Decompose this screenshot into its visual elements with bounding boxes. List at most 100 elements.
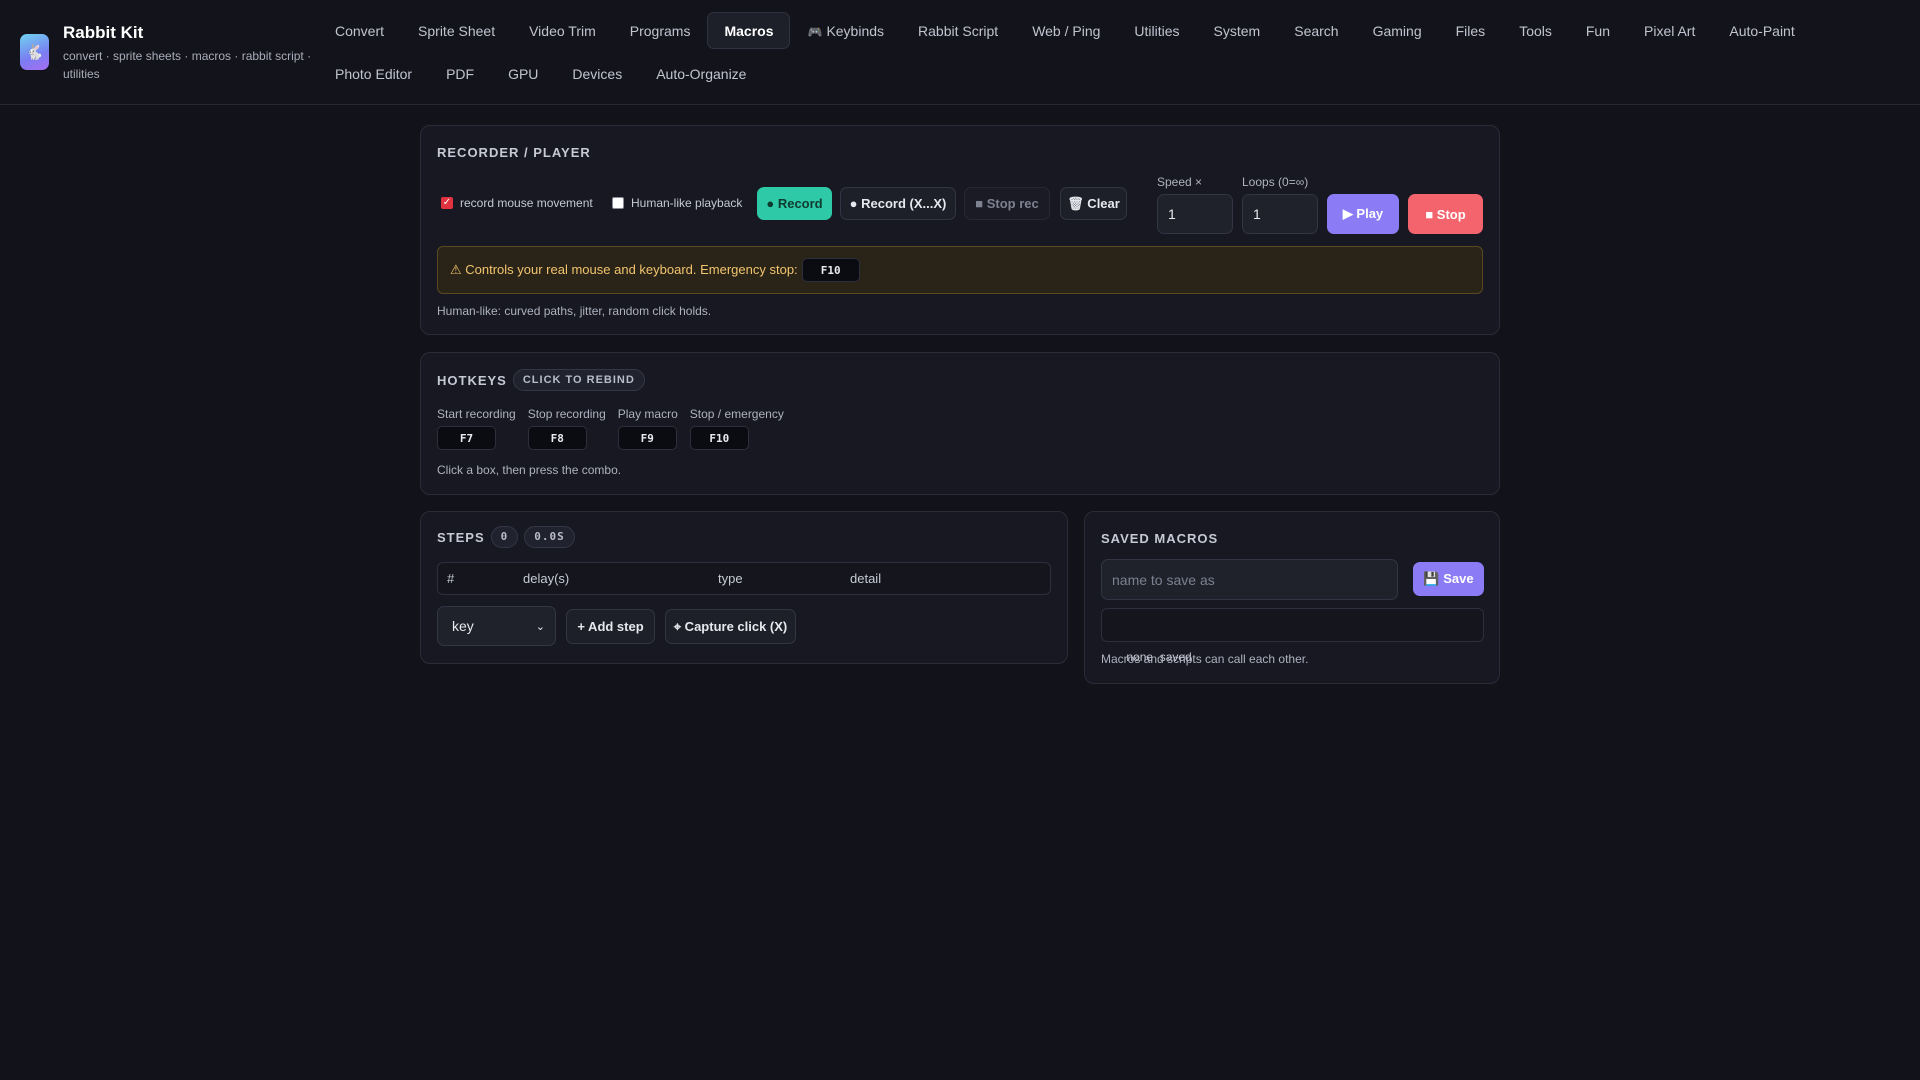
warning-text: ⚠ Controls your real mouse and keyboard.… bbox=[450, 262, 798, 277]
saved-title: Saved Macros bbox=[1101, 531, 1219, 546]
nav-item-label: Video Trim bbox=[529, 23, 596, 39]
nav-item-label: Web / Ping bbox=[1032, 23, 1101, 39]
saved-macros-card: Saved Macros 💾 Save none saved Macros an… bbox=[1084, 511, 1500, 684]
hotkey-item: Start recording F7 bbox=[437, 407, 516, 450]
nav-item-label: Search bbox=[1294, 23, 1339, 39]
nav-item-auto-organize[interactable]: Auto-Organize bbox=[639, 55, 763, 92]
steps-table-header: # delay(s) type detail bbox=[437, 562, 1051, 595]
macro-name-input[interactable] bbox=[1101, 559, 1398, 600]
save-button[interactable]: 💾 Save bbox=[1413, 562, 1484, 596]
nav-item-programs[interactable]: Programs bbox=[613, 12, 708, 49]
nav-item-files[interactable]: Files bbox=[1439, 12, 1503, 49]
nav-item-label: Photo Editor bbox=[335, 66, 413, 82]
warning-key: F10 bbox=[801, 258, 860, 282]
speed-input[interactable] bbox=[1157, 194, 1233, 234]
nav-item-keybinds[interactable]: 🎮 Keybinds bbox=[790, 12, 901, 49]
nav-item-label: Fun bbox=[1585, 23, 1610, 39]
hotkey-label: Start recording bbox=[437, 407, 516, 421]
col-detail: detail bbox=[850, 571, 882, 586]
hotkeys-title: Hotkeys bbox=[437, 372, 507, 388]
steps-count-badge: 0 bbox=[490, 526, 519, 548]
nav-item-label: Pixel Art bbox=[1644, 23, 1696, 39]
nav-item-convert[interactable]: Convert bbox=[318, 12, 401, 49]
steps-card: Steps 0 0.0S # delay(s) type detail key … bbox=[420, 511, 1068, 664]
capture-click-button[interactable]: ⌖ Capture click (X) bbox=[665, 609, 796, 644]
play-button[interactable]: ▶ Play bbox=[1327, 194, 1399, 234]
hotkey-label: Play macro bbox=[617, 407, 678, 421]
nav-item-label: Auto-Paint bbox=[1729, 23, 1795, 39]
gamepad-icon: 🎮 bbox=[807, 25, 823, 39]
main-nav: Convert Sprite Sheet Video Trim Programs Mac… bbox=[318, 12, 1898, 92]
nav-item-label: Convert bbox=[335, 23, 385, 39]
hotkey-label: Stop recording bbox=[527, 407, 606, 421]
rebind-pill: CLICK TO REBIND bbox=[512, 369, 645, 391]
nav-item-label: Sprite Sheet bbox=[418, 23, 496, 39]
nav-item-sprite-sheet[interactable]: Sprite Sheet bbox=[401, 12, 512, 49]
speed-label: Speed × bbox=[1157, 175, 1203, 189]
nav-item-auto-paint[interactable]: Auto-Paint bbox=[1712, 12, 1811, 49]
stop-rec-button[interactable]: ■ Stop rec bbox=[964, 187, 1050, 220]
record-button[interactable]: ● Record bbox=[757, 187, 832, 220]
recorder-title: Recorder / Player bbox=[437, 145, 591, 160]
step-type-select[interactable]: key ⌄ bbox=[437, 606, 556, 646]
checkbox-unchecked-icon[interactable] bbox=[612, 197, 624, 209]
stop-button[interactable]: ■ Stop bbox=[1408, 194, 1483, 234]
hotkey-binding-box[interactable]: F7 bbox=[437, 426, 496, 450]
nav-item-fun[interactable]: Fun bbox=[1569, 12, 1627, 49]
nav-item-devices[interactable]: Devices bbox=[555, 55, 639, 92]
brand: 🐇 Rabbit Kit convert · sprite sheets · m… bbox=[20, 20, 313, 83]
loops-input[interactable] bbox=[1242, 194, 1318, 234]
nav-item-label: Rabbit Script bbox=[918, 23, 999, 39]
steps-duration-badge: 0.0S bbox=[524, 526, 575, 548]
checkbox-checked-icon[interactable]: ✓ bbox=[441, 197, 453, 209]
add-step-button[interactable]: + Add step bbox=[566, 609, 655, 644]
app-header: 🐇 Rabbit Kit convert · sprite sheets · m… bbox=[0, 0, 1920, 105]
nav-item-label: GPU bbox=[508, 66, 539, 82]
nav-item-label: Keybinds bbox=[826, 23, 885, 39]
saved-list: none saved bbox=[1101, 608, 1484, 664]
nav-item-tools[interactable]: Tools bbox=[1502, 12, 1569, 49]
humanlike-checkbox[interactable]: Human-like playback bbox=[612, 196, 742, 210]
hotkey-item: Stop / emergency F10 bbox=[689, 407, 784, 450]
nav-item-label: Gaming bbox=[1372, 23, 1422, 39]
nav-item-label: Utilities bbox=[1134, 23, 1180, 39]
loops-label: Loops (0=∞) bbox=[1242, 175, 1309, 189]
nav-item-label: Macros bbox=[724, 23, 774, 39]
nav-item-search[interactable]: Search bbox=[1277, 12, 1355, 49]
humanlike-label: Human-like playback bbox=[631, 196, 743, 210]
hotkeys-note: Click a box, then press the combo. bbox=[437, 463, 622, 477]
record-mouse-checkbox[interactable]: ✓ record mouse movement bbox=[441, 196, 593, 210]
nav-item-photo-editor[interactable]: Photo Editor bbox=[318, 55, 429, 92]
nav-item-video-trim[interactable]: Video Trim bbox=[512, 12, 613, 49]
nav-item-gaming[interactable]: Gaming bbox=[1356, 12, 1439, 49]
nav-item-label: System bbox=[1213, 23, 1261, 39]
col-type: type bbox=[718, 571, 743, 586]
record-xx-button[interactable]: ● Record (X...X) bbox=[840, 187, 956, 220]
nav-item-pixel-art[interactable]: Pixel Art bbox=[1627, 12, 1712, 49]
nav-item-label: Auto-Organize bbox=[656, 66, 747, 82]
hotkey-binding-box[interactable]: F9 bbox=[617, 426, 677, 450]
nav-item-label: Tools bbox=[1519, 23, 1552, 39]
app-subtitle: convert · sprite sheets · macros · rabbi… bbox=[63, 49, 312, 81]
hotkey-item: Play macro F9 bbox=[617, 407, 678, 450]
col-index: # bbox=[447, 571, 455, 586]
hotkey-list: Start recording F7 Stop recording F8 Play ma… bbox=[437, 407, 784, 450]
nav-item-macros[interactable]: Macros bbox=[707, 12, 791, 49]
nav-item-web-ping[interactable]: Web / Ping bbox=[1015, 12, 1117, 49]
rabbit-logo-icon: 🐇 bbox=[20, 34, 49, 70]
nav-item-label: Devices bbox=[572, 66, 623, 82]
nav-item-rabbit-script[interactable]: Rabbit Script bbox=[901, 12, 1015, 49]
col-delay: delay(s) bbox=[523, 571, 570, 586]
nav-item-utilities[interactable]: Utilities bbox=[1117, 12, 1196, 49]
nav-item-pdf[interactable]: PDF bbox=[429, 55, 491, 92]
step-type-value: key bbox=[452, 618, 474, 634]
hotkey-binding-box[interactable]: F8 bbox=[527, 426, 587, 450]
hotkeys-card: Hotkeys CLICK TO REBIND Start recording F… bbox=[420, 352, 1500, 495]
nav-item-gpu[interactable]: GPU bbox=[491, 55, 555, 92]
clear-button[interactable]: 🗑 Clear bbox=[1060, 187, 1127, 220]
hotkey-binding-box[interactable]: F10 bbox=[689, 426, 749, 450]
hotkey-label: Stop / emergency bbox=[689, 407, 784, 421]
nav-item-label: PDF bbox=[446, 66, 475, 82]
nav-item-system[interactable]: System bbox=[1197, 12, 1278, 49]
hotkey-item: Stop recording F8 bbox=[527, 407, 606, 450]
